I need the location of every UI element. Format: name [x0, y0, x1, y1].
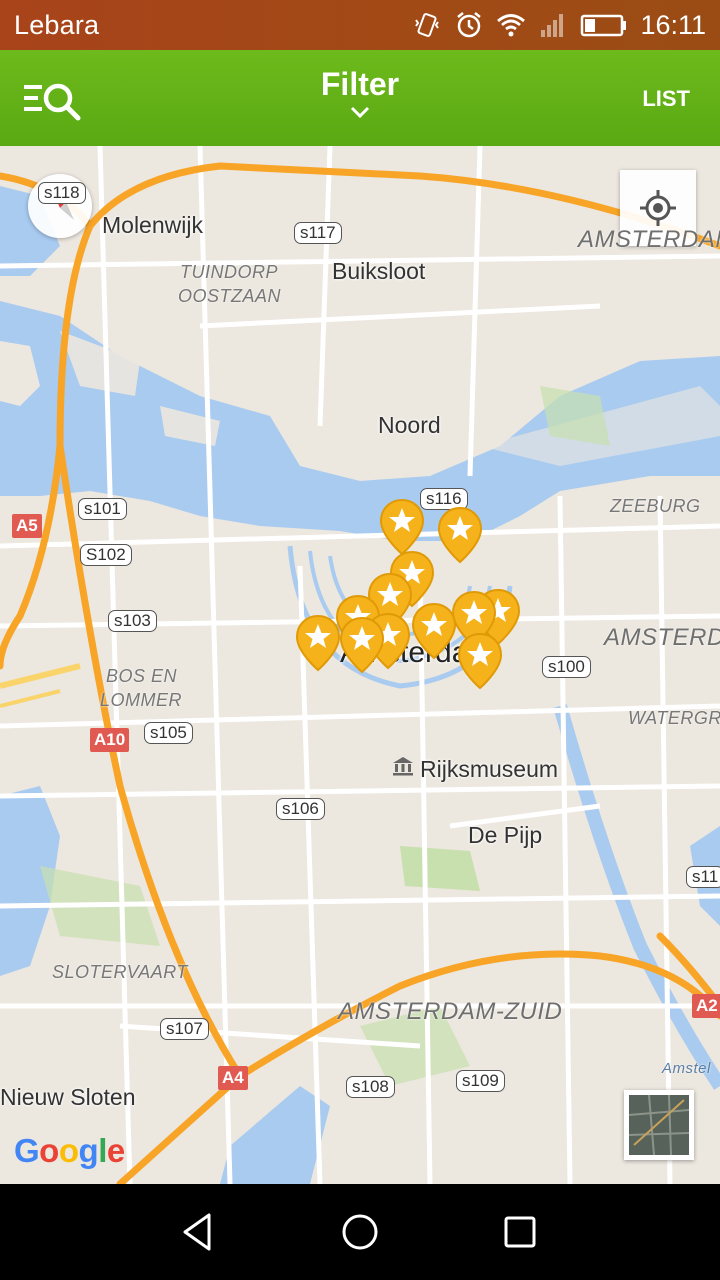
- carrier-name: Lebara: [14, 9, 100, 40]
- google-logo-letter: g: [78, 1132, 99, 1169]
- vibrate-icon: [415, 13, 440, 37]
- system-nav-bar: [0, 1184, 720, 1280]
- google-logo-letter: l: [98, 1132, 107, 1169]
- battery-icon: [581, 14, 627, 37]
- list-button[interactable]: LIST: [642, 86, 690, 112]
- wifi-icon: [497, 14, 526, 37]
- alarm-icon: [457, 12, 482, 38]
- location-pin[interactable]: [436, 506, 484, 564]
- satellite-thumbnail: [629, 1095, 689, 1155]
- district-label: OOSTZAAN: [178, 286, 282, 306]
- district-label: LOMMER: [100, 690, 183, 710]
- google-logo-letter: G: [14, 1132, 40, 1169]
- place-label: De Pijp: [468, 822, 543, 848]
- menu-search-icon[interactable]: [22, 78, 86, 122]
- chevron-down-icon: [350, 106, 370, 119]
- location-pin[interactable]: [338, 616, 386, 674]
- highway-shield: A2: [692, 994, 720, 1018]
- app-bar: Filter LIST: [0, 50, 720, 146]
- road-shield: s100: [542, 656, 591, 678]
- google-logo-letter: e: [106, 1132, 125, 1169]
- river-label: Amstel: [662, 1060, 711, 1077]
- status-bar: Lebara 16:11: [0, 0, 720, 50]
- road-shield: s105: [144, 722, 193, 744]
- google-logo-letter: o: [39, 1132, 59, 1169]
- location-pin[interactable]: [456, 632, 504, 690]
- place-label: Molenwijk: [102, 212, 203, 238]
- place-label: Buiksloot: [332, 258, 426, 284]
- road-shield: s117: [294, 222, 342, 244]
- district-label: SLOTERVAART: [52, 962, 188, 982]
- location-pin[interactable]: [410, 602, 458, 660]
- road-shield: s11: [686, 866, 720, 888]
- google-logo-letter: o: [58, 1132, 79, 1169]
- district-label: ZEEBURG: [610, 496, 701, 516]
- signal-icon: [541, 14, 564, 37]
- road-shield: s101: [78, 498, 127, 520]
- district-label: WATERGRA: [628, 708, 720, 728]
- museum-icon: [393, 757, 413, 776]
- location-pin[interactable]: [294, 614, 342, 672]
- place-label: Rijksmuseum: [420, 756, 559, 782]
- google-logo: Google: [14, 1132, 125, 1170]
- home-icon[interactable]: [335, 1207, 385, 1257]
- location-pin[interactable]: [378, 498, 426, 556]
- district-label: AMSTERDAM-: [578, 226, 720, 253]
- road-shield: s106: [276, 798, 325, 820]
- road-shield: s109: [456, 1070, 505, 1092]
- road-shield: S102: [80, 544, 132, 566]
- map-view[interactable]: Molenwijk Buiksloot Noord Rijksmuseum De…: [0, 146, 720, 1184]
- place-label: Noord: [378, 412, 441, 438]
- satellite-layer-button[interactable]: [624, 1090, 694, 1160]
- highway-shield: A10: [90, 728, 130, 752]
- recents-icon[interactable]: [495, 1207, 545, 1257]
- road-shield: s108: [346, 1076, 395, 1098]
- road-shield: s107: [160, 1018, 209, 1040]
- road-shield: s103: [108, 610, 157, 632]
- highway-shield: A4: [218, 1066, 248, 1090]
- back-icon[interactable]: [175, 1207, 225, 1257]
- district-label: BOS EN: [106, 666, 178, 686]
- district-label: TUINDORP: [180, 262, 278, 282]
- page-title: Filter: [320, 66, 400, 102]
- status-icons: 16:11: [412, 10, 706, 41]
- district-label: AMSTERDAM-ZUID: [338, 998, 563, 1025]
- satellite-preview-icon: [629, 1095, 689, 1155]
- road-shield: s118: [38, 182, 86, 204]
- district-label: AMSTERDA: [604, 624, 720, 651]
- highway-shield: A5: [12, 514, 42, 538]
- my-location-icon: [640, 190, 676, 226]
- filter-title-button[interactable]: Filter: [260, 66, 460, 119]
- place-label: Nieuw Sloten: [0, 1084, 136, 1110]
- status-time: 16:11: [640, 9, 706, 40]
